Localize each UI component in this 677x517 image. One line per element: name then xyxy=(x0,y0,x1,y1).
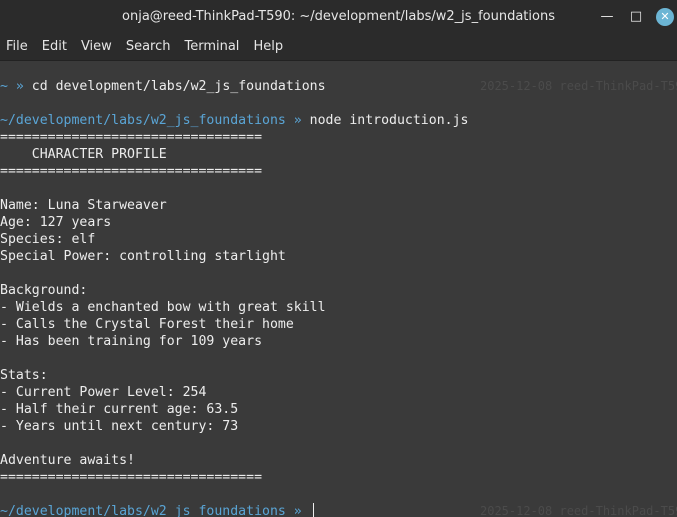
output-background-item: - Calls the Crystal Forest their home xyxy=(0,317,294,332)
prompt-arrow: » xyxy=(285,113,310,128)
terminal-window: onja@reed-ThinkPad-T590: ~/development/l… xyxy=(0,0,677,517)
menu-view[interactable]: View xyxy=(74,34,119,60)
prompt-path: ~ xyxy=(0,79,8,94)
menu-file[interactable]: File xyxy=(0,34,35,60)
output-background-item: - Wields a enchanted bow with great skil… xyxy=(0,300,326,315)
command-text: cd development/labs/w2_js_foundations xyxy=(31,79,326,94)
command-text: node introduction.js xyxy=(309,113,469,128)
window-title: onja@reed-ThinkPad-T590: ~/development/l… xyxy=(122,9,555,24)
output-stats-item: - Half their current age: 63.5 xyxy=(0,402,239,417)
menu-search[interactable]: Search xyxy=(119,34,178,60)
prompt-path: ~/development/labs/w2_js_foundations xyxy=(0,113,286,128)
output-power: Special Power: controlling starlight xyxy=(0,249,286,264)
output-background-item: - Has been training for 109 years xyxy=(0,334,263,349)
output-header: CHARACTER PROFILE xyxy=(0,147,167,162)
output-background-heading: Background: xyxy=(0,283,88,298)
menu-terminal[interactable]: Terminal xyxy=(177,34,246,60)
menu-help[interactable]: Help xyxy=(246,34,290,60)
prompt-line-2: ~/development/labs/w2_js_foundations » n… xyxy=(0,112,468,129)
prompt-path: ~/development/labs/w2_js_foundations xyxy=(0,504,286,517)
output-stats-item: - Current Power Level: 254 xyxy=(0,385,207,400)
prompt-line-3[interactable]: ~/development/labs/w2_js_foundations » xyxy=(0,503,314,517)
menu-bar: File Edit View Search Terminal Help xyxy=(0,34,677,61)
prompt-arrow: » xyxy=(7,79,32,94)
title-bar[interactable]: onja@reed-ThinkPad-T590: ~/development/l… xyxy=(0,0,677,34)
text-cursor xyxy=(312,503,314,517)
menu-edit[interactable]: Edit xyxy=(35,34,74,60)
output-name: Name: Luna Starweaver xyxy=(0,198,167,213)
output-stats-item: - Years until next century: 73 xyxy=(0,419,239,434)
right-prompt-ghost: 2025-12-08 reed-ThinkPad-T590 xyxy=(480,504,677,517)
output-age: Age: 127 years xyxy=(0,215,112,230)
output-rule: ================================= xyxy=(0,130,263,145)
close-icon[interactable]: ✕ xyxy=(656,8,674,26)
prompt-arrow: » xyxy=(285,504,310,517)
minimize-icon[interactable]: — xyxy=(598,8,616,26)
right-prompt-ghost: 2025-12-08 reed-ThinkPad-T590 xyxy=(480,79,677,93)
output-rule: ================================= xyxy=(0,164,263,179)
output-species: Species: elf xyxy=(0,232,96,247)
prompt-line-1: ~ » cd development/labs/w2_js_foundation… xyxy=(0,78,326,95)
output-stats-heading: Stats: xyxy=(0,368,48,383)
maximize-icon[interactable]: □ xyxy=(627,8,645,26)
terminal-output-area[interactable]: ~ » cd development/labs/w2_js_foundation… xyxy=(0,61,677,517)
output-closing: Adventure awaits! xyxy=(0,453,135,468)
output-rule: ================================= xyxy=(0,470,263,485)
